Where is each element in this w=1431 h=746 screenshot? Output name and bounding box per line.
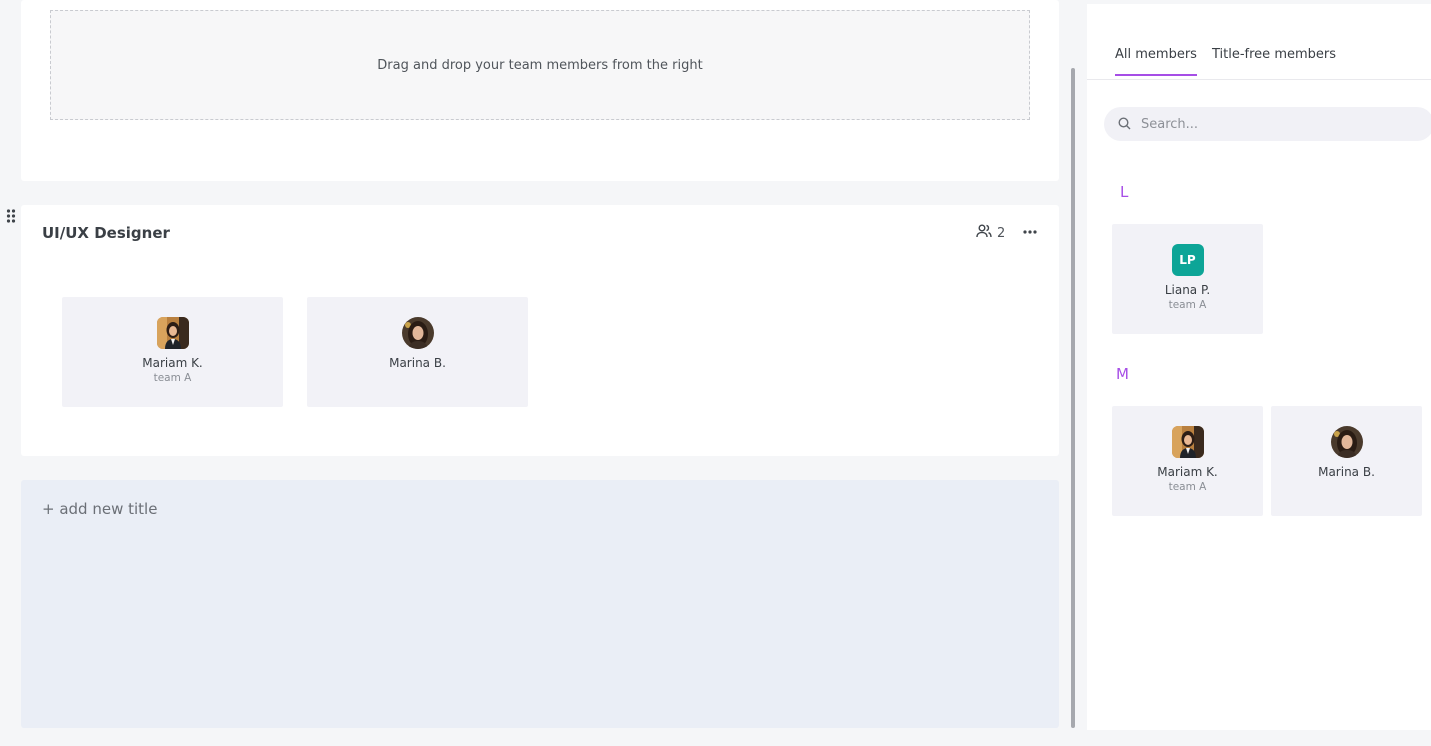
member-card-mariam[interactable]: Mariam K. team A [62, 297, 283, 407]
member-name: Mariam K. [1157, 465, 1218, 479]
initials-avatar: LP [1171, 244, 1204, 276]
member-card-mariam[interactable]: Mariam K. team A [1112, 406, 1263, 516]
dropzone-hint: Drag and drop your team members from the… [377, 57, 703, 73]
member-tabs: All members Title-free members [1087, 4, 1431, 80]
photo-avatar [1330, 426, 1363, 458]
member-team: team A [1168, 299, 1207, 311]
drag-handle-icon[interactable] [6, 208, 16, 224]
member-count: 2 [976, 224, 1005, 242]
group-letter-m: M [1116, 365, 1129, 383]
member-card-marina[interactable]: Marina B. [307, 297, 528, 407]
member-team: team A [1168, 481, 1207, 493]
add-new-title-button[interactable]: + add new title [42, 500, 157, 518]
member-card-marina[interactable]: Marina B. [1271, 406, 1422, 516]
member-count-value: 2 [997, 225, 1006, 241]
tab-title-free-members[interactable]: Title-free members [1212, 47, 1336, 76]
photo-avatar [1171, 426, 1204, 458]
search-input[interactable] [1141, 116, 1401, 132]
member-card-liana[interactable]: LP Liana P. team A [1112, 224, 1263, 334]
photo-avatar [156, 317, 189, 349]
member-name: Mariam K. [142, 356, 203, 370]
scrollbar[interactable] [1071, 68, 1075, 728]
more-options-icon[interactable] [1020, 222, 1040, 242]
member-team: team A [153, 372, 192, 384]
member-name: Marina B. [389, 356, 446, 370]
tab-all-members[interactable]: All members [1115, 47, 1197, 76]
users-icon [976, 224, 992, 242]
titles-board: Drag and drop your team members from the… [0, 0, 1075, 746]
title-card-uiux: UI/UX Designer 2 Mariam K. team A Marina… [21, 205, 1059, 456]
member-name: Marina B. [1318, 465, 1375, 479]
member-dropzone[interactable]: Drag and drop your team members from the… [50, 10, 1030, 120]
title-name[interactable]: UI/UX Designer [42, 224, 170, 242]
unassigned-title-card: Drag and drop your team members from the… [21, 0, 1059, 181]
search-icon [1118, 115, 1131, 134]
photo-avatar [401, 317, 434, 349]
search-bar [1104, 107, 1431, 141]
group-letter-l: L [1120, 183, 1129, 201]
add-new-title-card[interactable]: + add new title [21, 480, 1059, 728]
member-name: Liana P. [1164, 283, 1211, 297]
members-panel: All members Title-free members L LP Lian… [1087, 4, 1431, 730]
